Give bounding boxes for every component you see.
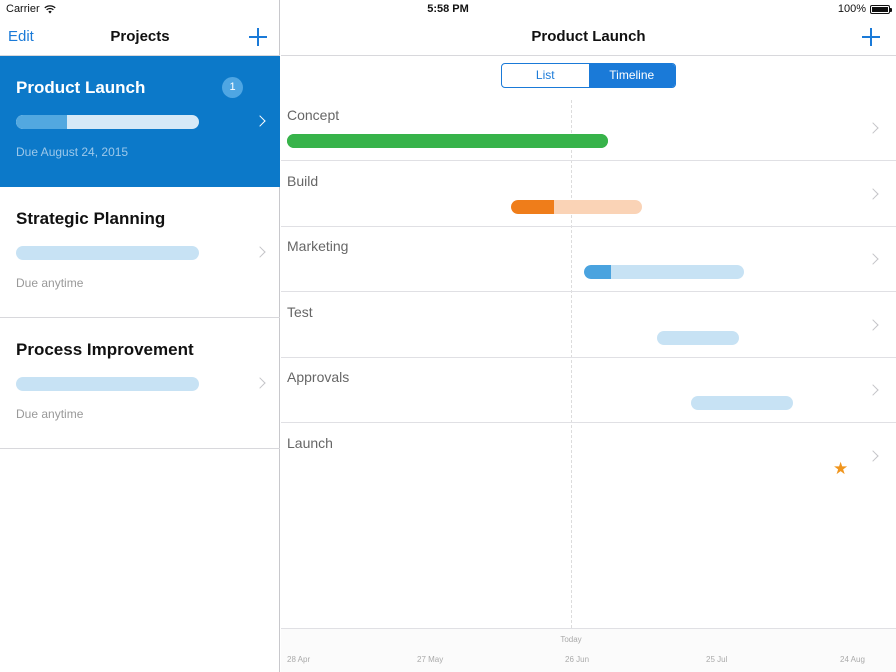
add-project-icon[interactable] bbox=[249, 28, 267, 46]
chevron-right-icon bbox=[254, 246, 266, 258]
sidebar-nav-bar: Edit Projects bbox=[0, 18, 280, 56]
project-progress-bar bbox=[16, 246, 199, 260]
project-progress-bar bbox=[16, 115, 199, 129]
axis-tick: 28 Apr bbox=[287, 655, 311, 664]
task-bar bbox=[584, 265, 744, 279]
task-row-test[interactable]: Test bbox=[281, 292, 896, 358]
sidebar-title: Projects bbox=[110, 28, 170, 45]
project-due-date: Due anytime bbox=[16, 276, 84, 290]
projects-sidebar: Edit Projects Product Launch 1 Due Augus… bbox=[0, 0, 280, 672]
detail-nav-bar: Product Launch bbox=[281, 18, 896, 56]
project-due-date: Due August 24, 2015 bbox=[16, 145, 129, 159]
project-title: Product Launch bbox=[16, 78, 146, 97]
task-label: Concept bbox=[287, 107, 340, 123]
task-label: Build bbox=[287, 173, 319, 189]
project-item[interactable]: Product Launch 1 Due August 24, 2015 bbox=[0, 56, 280, 187]
project-progress-fill bbox=[16, 115, 68, 129]
task-label: Marketing bbox=[287, 238, 349, 254]
project-title: Process Improvement bbox=[16, 340, 194, 359]
page-title: Product Launch bbox=[531, 28, 646, 45]
milestone-star-icon: ★ bbox=[833, 459, 849, 478]
task-row-concept[interactable]: Concept bbox=[281, 95, 896, 161]
task-bar bbox=[657, 331, 739, 345]
segment-list[interactable]: List bbox=[502, 64, 589, 87]
chevron-right-icon bbox=[254, 377, 266, 389]
add-task-icon[interactable] bbox=[862, 28, 880, 46]
timeline-axis: Today 28 Apr 27 May 26 Jun 25 Jul 24 Aug bbox=[281, 628, 896, 672]
task-label: Launch bbox=[287, 435, 333, 451]
axis-tick: 27 May bbox=[417, 655, 444, 664]
chevron-right-icon bbox=[867, 188, 879, 200]
task-bar bbox=[287, 134, 608, 148]
project-due-date: Due anytime bbox=[16, 407, 84, 421]
project-detail: Product Launch List Timeline Concept Bui… bbox=[281, 0, 896, 672]
axis-tick: 24 Aug bbox=[840, 655, 865, 664]
task-row-build[interactable]: Build bbox=[281, 161, 896, 227]
project-progress-bar bbox=[16, 377, 199, 391]
task-bar bbox=[691, 396, 793, 410]
chevron-right-icon bbox=[867, 122, 879, 134]
chevron-right-icon bbox=[867, 253, 879, 265]
view-segmented-control: List Timeline bbox=[501, 63, 676, 88]
project-item[interactable]: Strategic Planning Due anytime bbox=[0, 187, 280, 318]
project-title: Strategic Planning bbox=[16, 209, 166, 228]
task-bar bbox=[511, 200, 642, 214]
axis-tick: 25 Jul bbox=[706, 655, 728, 664]
task-row-approvals[interactable]: Approvals bbox=[281, 357, 896, 423]
axis-tick: 26 Jun bbox=[565, 655, 590, 664]
segment-timeline[interactable]: Timeline bbox=[588, 64, 675, 87]
task-row-launch[interactable]: Launch ★ bbox=[281, 423, 896, 489]
task-progress-fill bbox=[511, 200, 555, 214]
notification-badge: 1 bbox=[222, 77, 243, 98]
chevron-right-icon bbox=[867, 319, 879, 331]
task-label: Test bbox=[287, 304, 313, 320]
task-row-marketing[interactable]: Marketing bbox=[281, 226, 896, 292]
chevron-right-icon bbox=[254, 115, 266, 127]
task-progress-fill bbox=[584, 265, 612, 279]
chevron-right-icon bbox=[867, 384, 879, 396]
task-label: Approvals bbox=[287, 369, 350, 385]
task-progress-fill bbox=[287, 134, 608, 148]
today-label: Today bbox=[560, 635, 582, 644]
project-item[interactable]: Process Improvement Due anytime bbox=[0, 318, 280, 449]
chevron-right-icon bbox=[867, 450, 879, 462]
